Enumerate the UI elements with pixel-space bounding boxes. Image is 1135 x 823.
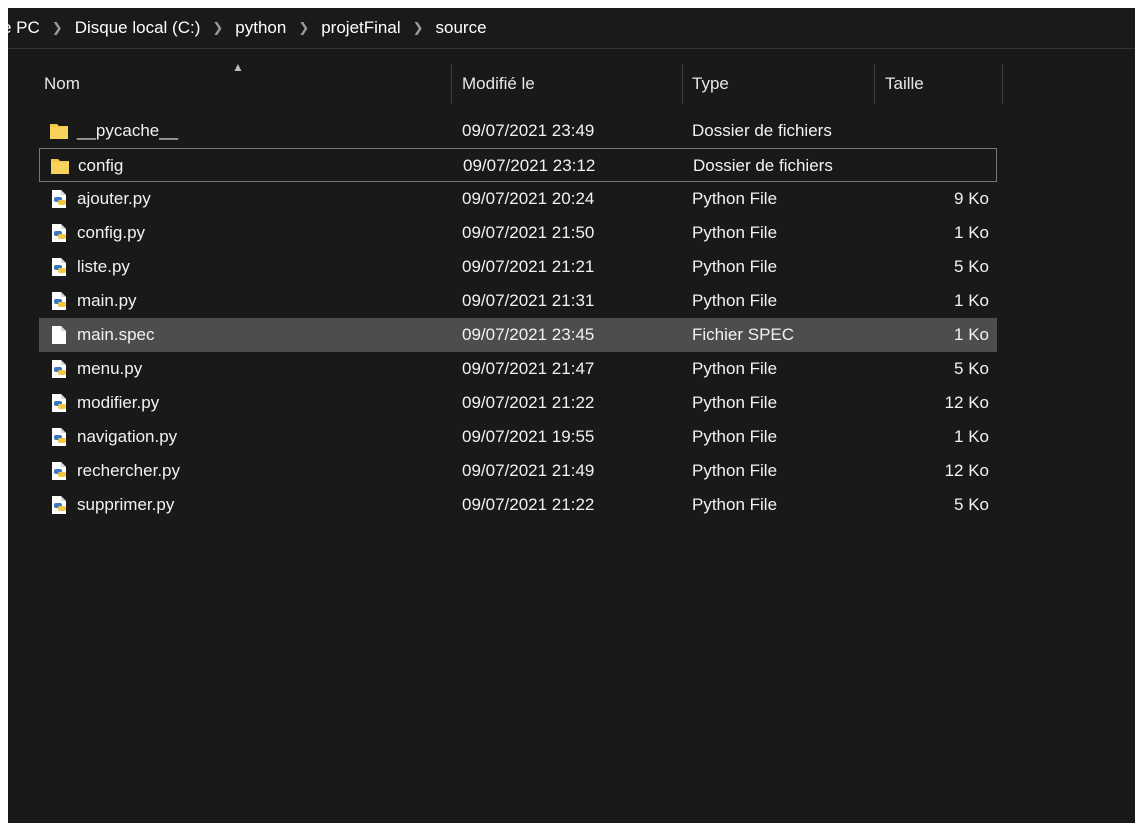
file-size: 1 Ko — [954, 223, 989, 242]
column-resize-handle[interactable] — [874, 64, 875, 104]
file-row[interactable]: ajouter.py 09/07/2021 20:24 Python File 9 K… — [39, 182, 997, 216]
file-row[interactable]: rechercher.py 09/07/2021 21:49 Python File… — [39, 454, 997, 488]
address-bar[interactable]: e PC ❯ Disque local (C:) ❯ python ❯ proj… — [8, 8, 1135, 49]
file-modified-date: 09/07/2021 19:55 — [462, 427, 595, 446]
column-header-size[interactable]: Taille — [885, 62, 924, 106]
file-name: config — [78, 156, 124, 175]
file-modified-date: 09/07/2021 21:31 — [462, 291, 595, 310]
python-file-icon — [49, 223, 69, 243]
folder-icon — [50, 156, 70, 176]
file-type: Dossier de fichiers — [693, 156, 833, 175]
file-type: Python File — [692, 257, 778, 276]
file-row[interactable]: supprimer.py 09/07/2021 21:22 Python File 5… — [39, 488, 997, 522]
file-type: Python File — [692, 427, 778, 446]
column-resize-handle[interactable] — [451, 64, 452, 104]
breadcrumb-this-pc[interactable]: e PC — [8, 18, 44, 38]
file-size: 9 Ko — [954, 189, 989, 208]
file-type: Python File — [692, 359, 778, 378]
file-size: 5 Ko — [954, 495, 989, 514]
file-row[interactable]: main.spec 09/07/2021 23:45 Fichier SPEC 1 K… — [39, 318, 997, 352]
file-size: 5 Ko — [954, 257, 989, 276]
column-header-modified[interactable]: Modifié le — [462, 62, 535, 106]
python-file-icon — [49, 393, 69, 413]
file-size: 1 Ko — [954, 325, 989, 344]
column-header-type[interactable]: Type — [692, 62, 729, 106]
file-row[interactable]: main.py 09/07/2021 21:31 Python File 1 Ko — [39, 284, 997, 318]
file-row[interactable]: config.py 09/07/2021 21:50 Python File 1 Ko — [39, 216, 997, 250]
file-name: liste.py — [77, 257, 130, 276]
file-modified-date: 09/07/2021 23:12 — [463, 156, 596, 175]
file-modified-date: 09/07/2021 21:49 — [462, 461, 595, 480]
file-type: Python File — [692, 495, 778, 514]
file-name: main.spec — [77, 325, 155, 344]
column-resize-handle[interactable] — [682, 64, 683, 104]
file-row[interactable]: menu.py 09/07/2021 21:47 Python File 5 Ko — [39, 352, 997, 386]
file-name: config.py — [77, 223, 146, 242]
file-size: 1 Ko — [954, 427, 989, 446]
file-modified-date: 09/07/2021 23:45 — [462, 325, 595, 344]
python-file-icon — [49, 427, 69, 447]
file-name: __pycache__ — [77, 121, 179, 140]
file-size: 1 Ko — [954, 291, 989, 310]
file-modified-date: 09/07/2021 21:47 — [462, 359, 595, 378]
file-name: rechercher.py — [77, 461, 180, 480]
file-modified-date: 09/07/2021 21:21 — [462, 257, 595, 276]
breadcrumb-local-disk[interactable]: Disque local (C:) — [71, 18, 205, 38]
column-header-row: ▲ Nom Modifié le Type Taille — [8, 60, 1135, 106]
column-header-name[interactable]: Nom — [44, 62, 80, 106]
chevron-right-icon[interactable]: ❯ — [290, 20, 317, 36]
file-row[interactable]: navigation.py 09/07/2021 19:55 Python File… — [39, 420, 997, 454]
file-name: navigation.py — [77, 427, 178, 446]
column-resize-handle[interactable] — [1002, 64, 1003, 104]
folder-icon — [49, 121, 69, 141]
file-modified-date: 09/07/2021 21:22 — [462, 495, 595, 514]
python-file-icon — [49, 291, 69, 311]
file-name: supprimer.py — [77, 495, 175, 514]
file-type: Python File — [692, 291, 778, 310]
file-type: Python File — [692, 189, 778, 208]
file-type: Dossier de fichiers — [692, 121, 832, 140]
python-file-icon — [49, 461, 69, 481]
chevron-right-icon[interactable]: ❯ — [44, 20, 71, 36]
sort-ascending-icon: ▲ — [232, 60, 244, 74]
file-modified-date: 09/07/2021 20:24 — [462, 189, 595, 208]
chevron-right-icon[interactable]: ❯ — [405, 20, 432, 36]
file-modified-date: 09/07/2021 21:22 — [462, 393, 595, 412]
python-file-icon — [49, 359, 69, 379]
file-type: Fichier SPEC — [692, 325, 795, 344]
file-modified-date: 09/07/2021 21:50 — [462, 223, 595, 242]
blank-file-icon — [49, 325, 69, 345]
python-file-icon — [49, 257, 69, 277]
python-file-icon — [49, 495, 69, 515]
file-type: Python File — [692, 461, 778, 480]
file-modified-date: 09/07/2021 23:49 — [462, 121, 595, 140]
chevron-right-icon[interactable]: ❯ — [204, 20, 231, 36]
file-type: Python File — [692, 393, 778, 412]
file-size: 12 Ko — [944, 461, 989, 480]
python-file-icon — [49, 189, 69, 209]
file-size: 12 Ko — [944, 393, 989, 412]
file-name: main.py — [77, 291, 137, 310]
file-explorer-window: e PC ❯ Disque local (C:) ❯ python ❯ proj… — [8, 8, 1135, 823]
file-name: modifier.py — [77, 393, 160, 412]
file-row[interactable]: config 09/07/2021 23:12 Dossier de fichier… — [39, 148, 997, 182]
file-row[interactable]: __pycache__ 09/07/2021 23:49 Dossier de fi… — [39, 114, 997, 148]
file-size: 5 Ko — [954, 359, 989, 378]
file-name: ajouter.py — [77, 189, 151, 208]
file-type: Python File — [692, 223, 778, 242]
file-row[interactable]: liste.py 09/07/2021 21:21 Python File 5 Ko — [39, 250, 997, 284]
file-name: menu.py — [77, 359, 143, 378]
breadcrumb-projetfinal[interactable]: projetFinal — [317, 18, 404, 38]
file-row[interactable]: modifier.py 09/07/2021 21:22 Python File 12… — [39, 386, 997, 420]
breadcrumb-source[interactable]: source — [432, 18, 491, 38]
breadcrumb-python[interactable]: python — [231, 18, 290, 38]
